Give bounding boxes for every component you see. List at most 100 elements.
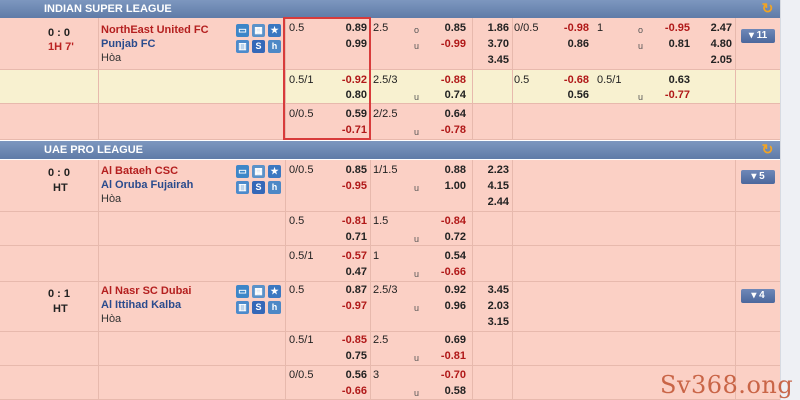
star-icon[interactable]: ★ bbox=[268, 165, 281, 178]
league-header-indian[interactable]: INDIAN SUPER LEAGUE ↻ bbox=[0, 0, 780, 18]
under-marker: u bbox=[414, 234, 420, 244]
grid-icon[interactable]: ▦ bbox=[252, 24, 265, 37]
refresh-icon[interactable]: ↻ bbox=[760, 1, 775, 16]
match-row: 0 : 0 HT Al Bataeh CSC Al Oruba Fujairah… bbox=[0, 160, 780, 212]
home-odd[interactable]: 0.85 bbox=[321, 163, 367, 177]
fh-home-odd[interactable]: -0.68 bbox=[543, 73, 589, 87]
away-win-odd[interactable]: 2.03 bbox=[469, 299, 509, 313]
handicap-line: 0/0.5 bbox=[289, 164, 314, 176]
over-odd[interactable]: 0.69 bbox=[420, 333, 466, 347]
match-score: 0 : 0 bbox=[48, 27, 71, 39]
away-team[interactable]: Al Oruba Fujairah bbox=[101, 178, 193, 192]
chart-icon[interactable]: ▥ bbox=[236, 40, 249, 53]
more-markets-button[interactable]: ▾ 5 bbox=[741, 170, 775, 184]
away-team[interactable]: Punjab FC bbox=[101, 37, 155, 51]
draw-odd[interactable]: 3.45 bbox=[469, 53, 509, 67]
match-period: HT bbox=[53, 303, 68, 315]
home-odd[interactable]: -0.81 bbox=[321, 214, 367, 228]
under-odd[interactable]: 0.96 bbox=[420, 299, 466, 313]
home-win-odd[interactable]: 1.86 bbox=[469, 21, 509, 35]
away-odd[interactable]: 0.47 bbox=[321, 265, 367, 279]
star-icon[interactable]: ★ bbox=[268, 24, 281, 37]
stats-icon[interactable]: S bbox=[252, 40, 265, 53]
ou-line: 1.5 bbox=[373, 215, 389, 227]
fh-over-odd[interactable]: -0.95 bbox=[644, 21, 690, 35]
over-odd[interactable]: 0.54 bbox=[420, 249, 466, 263]
home-win-odd[interactable]: 2.23 bbox=[469, 163, 509, 177]
over-odd[interactable]: 0.92 bbox=[420, 283, 466, 297]
grid-icon[interactable]: ▦ bbox=[252, 285, 265, 298]
home-win-odd[interactable]: 3.45 bbox=[469, 283, 509, 297]
home-team[interactable]: Al Nasr SC Dubai bbox=[101, 284, 191, 298]
tv-icon[interactable]: ▭ bbox=[236, 165, 249, 178]
fh-draw-odd[interactable]: 2.05 bbox=[692, 53, 732, 67]
over-odd[interactable]: 0.85 bbox=[420, 21, 466, 35]
stats-icon[interactable]: S bbox=[252, 301, 265, 314]
over-odd[interactable]: -0.70 bbox=[420, 368, 466, 382]
chart-icon[interactable]: ▥ bbox=[236, 301, 249, 314]
ou-line: 2.5 bbox=[373, 334, 389, 346]
away-odd[interactable]: 0.71 bbox=[321, 230, 367, 244]
star-icon[interactable]: ★ bbox=[268, 285, 281, 298]
grid-icon[interactable]: ▦ bbox=[252, 165, 265, 178]
fh-home-win-odd[interactable]: 2.47 bbox=[692, 21, 732, 35]
more-markets-button[interactable]: ▾ 4 bbox=[741, 289, 775, 303]
history-icon[interactable]: h bbox=[268, 181, 281, 194]
under-odd[interactable]: 1.00 bbox=[420, 179, 466, 193]
handicap-line: 0.5 bbox=[289, 215, 305, 227]
fh-under-marker: u bbox=[638, 41, 644, 51]
under-marker: u bbox=[414, 388, 420, 398]
away-odd[interactable]: -0.97 bbox=[321, 299, 367, 313]
draw-odd[interactable]: 3.15 bbox=[469, 315, 509, 329]
under-odd[interactable]: -0.81 bbox=[420, 349, 466, 363]
fh-over-odd[interactable]: 0.63 bbox=[644, 73, 690, 87]
ou-line: 2.5/3 bbox=[373, 284, 398, 296]
under-odd[interactable]: 0.74 bbox=[420, 88, 466, 102]
match-row: 0.5/1 -0.85 0.75 2.5 u 0.69 -0.81 bbox=[0, 332, 780, 366]
over-odd[interactable]: 0.64 bbox=[420, 107, 466, 121]
fh-under-odd[interactable]: -0.77 bbox=[644, 88, 690, 102]
fh-ou-line: 1 bbox=[597, 22, 604, 34]
home-team[interactable]: NorthEast United FC bbox=[101, 23, 209, 37]
away-odd[interactable]: -0.95 bbox=[321, 179, 367, 193]
ou-line: 1/1.5 bbox=[373, 164, 398, 176]
league-header-uae[interactable]: UAE PRO LEAGUE ↻ bbox=[0, 141, 780, 159]
away-win-odd[interactable]: 4.15 bbox=[469, 179, 509, 193]
draw-odd[interactable]: 2.44 bbox=[469, 195, 509, 209]
away-team[interactable]: Al Ittihad Kalba bbox=[101, 298, 181, 312]
home-odd[interactable]: -0.57 bbox=[321, 249, 367, 263]
fh-under-odd[interactable]: 0.81 bbox=[644, 37, 690, 51]
watermark: Sv368.ong bbox=[660, 371, 794, 399]
fh-away-odd[interactable]: 0.86 bbox=[543, 37, 589, 51]
away-win-odd[interactable]: 3.70 bbox=[469, 37, 509, 51]
fh-ou-line: 0.5/1 bbox=[597, 74, 622, 86]
under-odd[interactable]: -0.99 bbox=[420, 37, 466, 51]
home-odd[interactable]: -0.85 bbox=[321, 333, 367, 347]
history-icon[interactable]: h bbox=[268, 40, 281, 53]
over-odd[interactable]: -0.84 bbox=[420, 214, 466, 228]
under-odd[interactable]: -0.78 bbox=[420, 123, 466, 137]
over-odd[interactable]: 0.88 bbox=[420, 163, 466, 177]
chart-icon[interactable]: ▥ bbox=[236, 181, 249, 194]
tv-icon[interactable]: ▭ bbox=[236, 285, 249, 298]
fh-away-odd[interactable]: 0.56 bbox=[543, 88, 589, 102]
under-odd[interactable]: -0.66 bbox=[420, 265, 466, 279]
fh-home-odd[interactable]: -0.98 bbox=[543, 21, 589, 35]
fh-away-win-odd[interactable]: 4.80 bbox=[692, 37, 732, 51]
under-odd[interactable]: 0.58 bbox=[420, 384, 466, 398]
away-odd[interactable]: 0.75 bbox=[321, 349, 367, 363]
refresh-icon[interactable]: ↻ bbox=[760, 142, 775, 157]
home-odd[interactable]: 0.87 bbox=[321, 283, 367, 297]
fh-over-marker: o bbox=[638, 25, 644, 35]
under-odd[interactable]: 0.72 bbox=[420, 230, 466, 244]
match-row: 0.5 -0.81 0.71 1.5 u -0.84 0.72 bbox=[0, 212, 780, 246]
scrollbar[interactable] bbox=[780, 0, 800, 400]
tv-icon[interactable]: ▭ bbox=[236, 24, 249, 37]
home-team[interactable]: Al Bataeh CSC bbox=[101, 164, 178, 178]
more-markets-button[interactable]: ▾ 11 bbox=[741, 29, 775, 43]
away-odd[interactable]: -0.66 bbox=[321, 384, 367, 398]
home-odd[interactable]: 0.56 bbox=[321, 368, 367, 382]
history-icon[interactable]: h bbox=[268, 301, 281, 314]
over-odd[interactable]: -0.88 bbox=[420, 73, 466, 87]
stats-icon[interactable]: S bbox=[252, 181, 265, 194]
